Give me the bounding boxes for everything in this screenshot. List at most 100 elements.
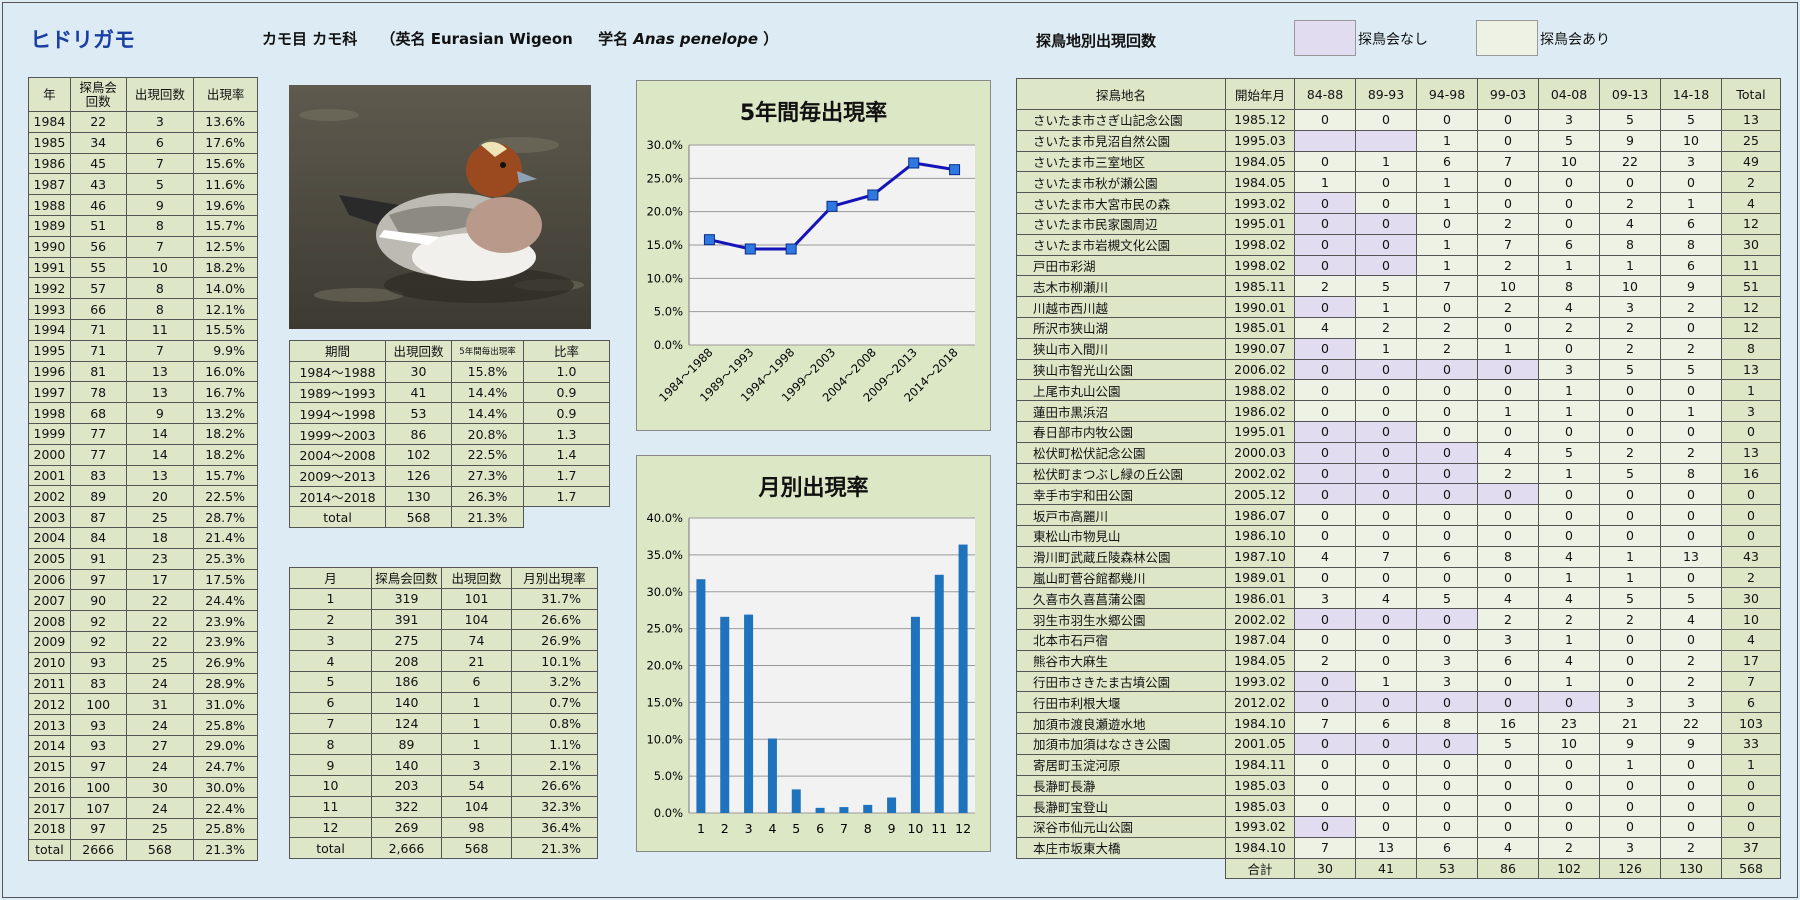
site-count-cell: 6 bbox=[1660, 212, 1722, 235]
yearly-cell: 66 bbox=[69, 298, 127, 320]
yearly-cell: 77 bbox=[69, 443, 127, 466]
sites-row: さいたま市秋が瀬公園 1984.05 1 0 1 0 0 0 0 2 bbox=[1016, 171, 1781, 194]
monthly-cell: 21.3% bbox=[511, 837, 598, 860]
site-name: 加須市渡良瀬遊水地 bbox=[1016, 712, 1226, 734]
page-title: ヒドリガモ bbox=[30, 28, 135, 52]
monthly-cell: 391 bbox=[371, 608, 442, 631]
yearly-cell: 16.7% bbox=[193, 381, 258, 404]
period-row: 1999～2003 86 20.8% 1.3 bbox=[289, 423, 610, 445]
bar-x-tick-label: 11 bbox=[931, 821, 947, 836]
monthly-cell: total bbox=[289, 837, 372, 860]
period-header-cell: 比率 bbox=[523, 340, 610, 362]
yearly-cell: 16.0% bbox=[193, 360, 258, 383]
site-name: 長瀞町長瀞 bbox=[1016, 774, 1226, 797]
site-count-cell: 16 bbox=[1477, 712, 1539, 734]
site-count-cell: 0 bbox=[1477, 483, 1539, 506]
site-count-cell: 0 bbox=[1538, 774, 1600, 797]
site-count-cell: 1 bbox=[1538, 400, 1600, 422]
site-count-cell: 0 bbox=[1355, 691, 1417, 714]
yearly-row: 2001 83 13 15.7% bbox=[28, 464, 258, 487]
yearly-cell: 19.6% bbox=[193, 194, 258, 216]
site-count-cell: 1 bbox=[1538, 670, 1600, 693]
period-header-cell: 出現回数 bbox=[385, 340, 452, 362]
monthly-cell: 54 bbox=[441, 774, 512, 797]
bar-x-tick-label: 4 bbox=[768, 821, 776, 836]
site-count-cell: 2 bbox=[1538, 316, 1600, 339]
site-count-cell: 37 bbox=[1721, 836, 1781, 859]
bar-x-tick-label: 12 bbox=[955, 821, 971, 836]
site-count-cell: 5 bbox=[1416, 587, 1478, 610]
site-count-cell: 3 bbox=[1416, 670, 1478, 693]
site-name: 深谷市仙元山公園 bbox=[1016, 816, 1226, 838]
period-cell: 22.5% bbox=[451, 443, 524, 466]
site-count-cell: 2 bbox=[1477, 254, 1539, 277]
site-count-cell: 2 bbox=[1416, 337, 1478, 360]
sites-row: 久喜市久喜菖蒲公園 1986.01 3 4 5 4 4 5 5 30 bbox=[1016, 587, 1781, 610]
site-count-cell: 0 bbox=[1538, 795, 1600, 818]
site-count-cell: 2 bbox=[1599, 192, 1661, 214]
monthly-cell: 10 bbox=[289, 774, 372, 797]
site-count-cell: 0 bbox=[1660, 420, 1722, 443]
site-count-cell: 0 bbox=[1294, 795, 1356, 818]
site-count-cell: 1 bbox=[1599, 545, 1661, 568]
site-count-cell: 1 bbox=[1599, 566, 1661, 589]
yearly-cell: 1985 bbox=[28, 131, 71, 154]
site-count-cell: 1 bbox=[1538, 462, 1600, 485]
site-count-cell: 4 bbox=[1477, 441, 1539, 464]
site-count-cell: 0 bbox=[1416, 732, 1478, 755]
yearly-row: 2018 97 25 25.8% bbox=[28, 818, 258, 840]
yearly-cell: 2000 bbox=[28, 443, 71, 466]
site-count-cell: 2 bbox=[1721, 566, 1781, 589]
line-y-tick-label: 20.0% bbox=[646, 205, 683, 219]
site-count-cell: 0 bbox=[1355, 816, 1417, 838]
site-count-cell: 0 bbox=[1538, 753, 1600, 776]
yearly-cell: 2010 bbox=[28, 651, 71, 674]
site-count-cell: 0 bbox=[1538, 212, 1600, 235]
site-count-cell: 0 bbox=[1355, 504, 1417, 526]
site-name: さいたま市岩槻文化公園 bbox=[1016, 233, 1226, 256]
period-cell: 1984～1988 bbox=[289, 360, 386, 383]
monthly-cell: 6 bbox=[441, 670, 512, 693]
line-point bbox=[826, 200, 838, 212]
bar-8 bbox=[863, 804, 873, 813]
site-count-cell: 0 bbox=[1538, 691, 1600, 714]
sites-row: 坂戸市高麗川 1986.07 0 0 0 0 0 0 0 0 bbox=[1016, 504, 1781, 526]
scientific-name-label: 学名 bbox=[598, 30, 629, 48]
period-cell: 130 bbox=[385, 485, 452, 508]
site-name: 北本市石戸宿 bbox=[1016, 628, 1226, 651]
monthly-cell: 1 bbox=[441, 733, 512, 756]
yearly-header-row: 年探鳥会 回数 出現回数 出現率 bbox=[28, 77, 258, 112]
site-count-cell: 6 bbox=[1721, 691, 1781, 714]
bar-y-tick-label: 40.0% bbox=[646, 511, 683, 525]
site-count-cell: 0 bbox=[1477, 420, 1539, 443]
site-count-cell: 0 bbox=[1294, 462, 1356, 485]
site-start: 1993.02 bbox=[1225, 816, 1295, 838]
site-count-cell: 1 bbox=[1355, 337, 1417, 360]
bar-12 bbox=[958, 544, 968, 813]
yearly-row: 1997 78 13 16.7% bbox=[28, 381, 258, 404]
sites-total-cell: 41 bbox=[1355, 857, 1417, 880]
site-count-cell: 0 bbox=[1294, 296, 1356, 318]
yearly-cell: 15.5% bbox=[193, 318, 258, 341]
site-count-cell: 49 bbox=[1721, 150, 1781, 173]
sites-row: 戸田市彩湖 1998.02 0 0 1 2 1 1 6 11 bbox=[1016, 254, 1781, 277]
yearly-cell: 24.7% bbox=[193, 755, 258, 778]
site-count-cell: 0 bbox=[1416, 795, 1478, 818]
yearly-cell: 21.3% bbox=[193, 838, 258, 861]
sites-row: 本庄市坂東大橋 1984.10 7 13 6 4 2 3 2 37 bbox=[1016, 836, 1781, 859]
site-count-cell: 0 bbox=[1660, 774, 1722, 797]
site-count-cell: 5 bbox=[1599, 109, 1661, 131]
sites-total-cell: 53 bbox=[1416, 857, 1478, 880]
site-count-cell: 0 bbox=[1721, 524, 1781, 547]
yearly-cell: 2005 bbox=[28, 547, 71, 570]
site-count-cell: 0 bbox=[1294, 109, 1356, 131]
site-name: 戸田市彩湖 bbox=[1016, 254, 1226, 277]
site-start: 2002.02 bbox=[1225, 462, 1295, 485]
period-cell: 2014～2018 bbox=[289, 485, 386, 508]
yearly-cell: 92 bbox=[69, 630, 127, 653]
monthly-cell: 124 bbox=[371, 712, 442, 735]
site-count-cell: 8 bbox=[1721, 337, 1781, 360]
site-count-cell: 7 bbox=[1477, 150, 1539, 173]
monthly-row: 1 319 101 31.7% bbox=[289, 587, 598, 610]
site-count-cell: 3 bbox=[1599, 836, 1661, 859]
